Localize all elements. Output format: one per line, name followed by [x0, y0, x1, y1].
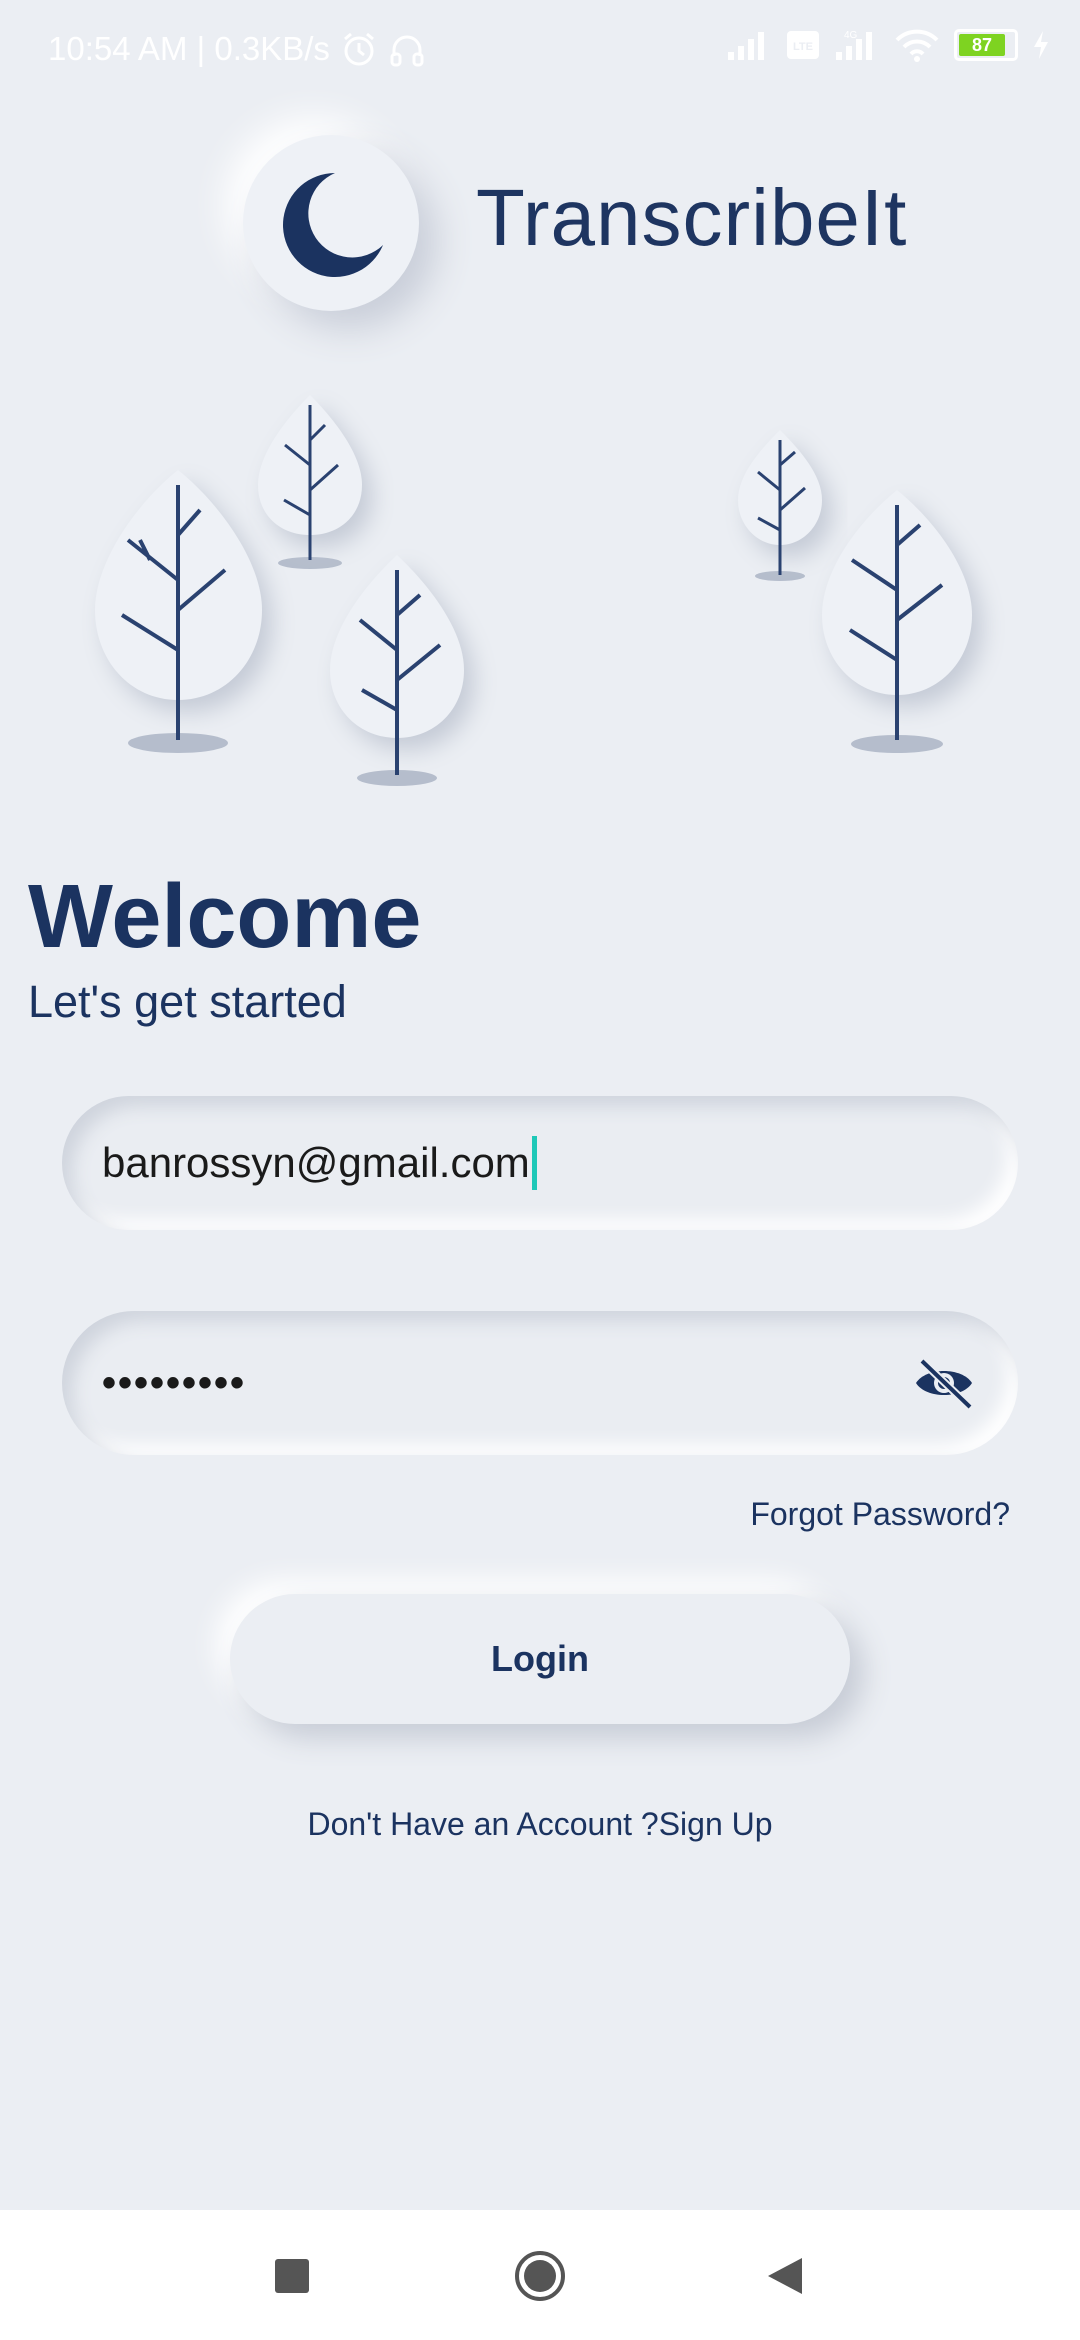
svg-text:LTE: LTE	[793, 41, 813, 53]
headphones-icon	[390, 35, 424, 67]
app-logo	[243, 135, 419, 311]
app-title: TranscribeIt	[476, 173, 908, 262]
signup-link[interactable]: Don't Have an Account ?Sign Up	[0, 1806, 1080, 1843]
email-field[interactable]: banrossyn@gmail.com	[62, 1096, 1018, 1230]
tree-right-small	[738, 430, 822, 581]
status-time: 10:54 AM | 0.3KB/s	[48, 30, 330, 67]
forgot-password-link[interactable]: Forgot Password?	[750, 1496, 1010, 1533]
password-value-wrap: •••••••••	[102, 1311, 246, 1455]
status-left: 10:54 AM | 0.3KB/s	[48, 30, 426, 68]
battery-level: 87	[959, 34, 1005, 56]
battery-icon: 87	[954, 29, 1018, 61]
tree-center	[330, 555, 464, 786]
tree-left-small	[258, 395, 362, 569]
password-value: •••••••••	[102, 1360, 247, 1405]
password-field[interactable]: •••••••••	[62, 1311, 1018, 1455]
volte-icon: LTE	[787, 31, 819, 59]
email-value: banrossyn@gmail.com	[102, 1139, 530, 1186]
back-icon[interactable]	[764, 2254, 804, 2298]
signal-icon	[728, 32, 764, 60]
home-icon[interactable]	[514, 2250, 566, 2302]
recent-apps-icon[interactable]	[272, 2256, 312, 2296]
text-caret	[531, 1136, 537, 1190]
email-value-wrap: banrossyn@gmail.com	[102, 1096, 537, 1230]
status-right: LTE 4G 87	[726, 28, 1050, 62]
welcome-title: Welcome	[28, 867, 422, 967]
trees-illustration	[95, 395, 972, 786]
alarm-icon	[343, 32, 374, 66]
charging-icon	[1034, 31, 1048, 59]
tree-right-large	[822, 490, 972, 753]
crescent-moon-icon	[283, 173, 383, 277]
status-bar: 10:54 AM | 0.3KB/s LTE 4G 87	[0, 0, 1080, 100]
login-button[interactable]: Login	[230, 1594, 850, 1724]
signal-4g-icon: 4G	[836, 30, 872, 60]
tree-left-large	[95, 470, 262, 753]
navigation-bar	[0, 2210, 1080, 2340]
wifi-icon	[895, 29, 939, 62]
svg-text:4G: 4G	[844, 30, 858, 41]
welcome-subtitle: Let's get started	[28, 976, 347, 1027]
eye-off-icon[interactable]	[912, 1355, 976, 1411]
